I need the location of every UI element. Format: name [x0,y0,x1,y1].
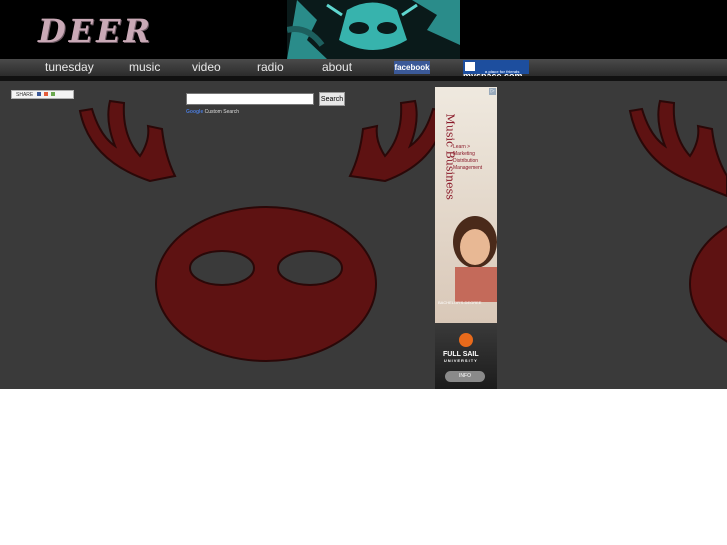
nav-music[interactable]: music [129,59,160,75]
facebook-link[interactable]: facebook [394,61,430,74]
site-logo[interactable]: DEER [38,12,153,50]
reindeer-background-icon [78,99,727,362]
ad-info-button[interactable]: INFO [445,371,485,382]
ad-learn-line: Learn > [453,144,471,150]
myspace-icon [465,62,475,71]
ad-learn-text: Learn > Marketing Distribution Managemen… [453,144,482,172]
nav-about[interactable]: about [322,59,352,75]
ad-learn-line: Distribution [453,158,479,164]
ad-university-name: FULL SAIL UNIVERSITY [443,351,479,363]
banner-artwork [287,0,460,59]
adchoices-icon[interactable]: ▷ [489,88,496,95]
nav-radio[interactable]: radio [257,59,284,75]
myspace-link[interactable]: myspace.com a place for friends [463,60,529,81]
ad-learn-line: Marketing [453,151,475,157]
main-content: SHARE Search Google Custom Search Music … [0,81,727,389]
custom-search-label: Google Custom Search [186,109,239,115]
ad-university-sub: UNIVERSITY [443,358,478,363]
nav-tunesday[interactable]: tunesday [45,59,94,75]
custom-search-text: Custom Search [204,109,240,115]
full-sail-logo-icon [459,333,473,347]
ad-banner[interactable]: Music Business Learn > Marketing Distrib… [435,87,497,389]
ad-top-panel: Music Business Learn > Marketing Distrib… [435,87,497,323]
main-nav: tunesday music video radio about [0,59,727,76]
share-facebook-icon [36,92,41,96]
share-button[interactable]: SHARE [11,90,74,99]
search-input[interactable] [186,93,314,105]
nav-video[interactable]: video [192,59,221,75]
share-digg-icon [44,92,49,96]
search-button[interactable]: Search [319,92,345,106]
ad-bottom-panel: FULL SAIL UNIVERSITY INFO [435,323,497,389]
share-favorite-icon [51,92,56,96]
ad-degree-label: BACHELOR'S DEGREE [438,300,482,305]
ad-university: FULL SAIL [443,351,479,358]
share-label: SHARE [16,92,34,98]
ad-title: Music Business [443,113,457,200]
myspace-tagline: a place for friends [485,69,520,74]
google-brand: Google [186,109,204,115]
site-header: DEER [0,0,727,59]
ad-learn-line: Management [453,165,483,171]
